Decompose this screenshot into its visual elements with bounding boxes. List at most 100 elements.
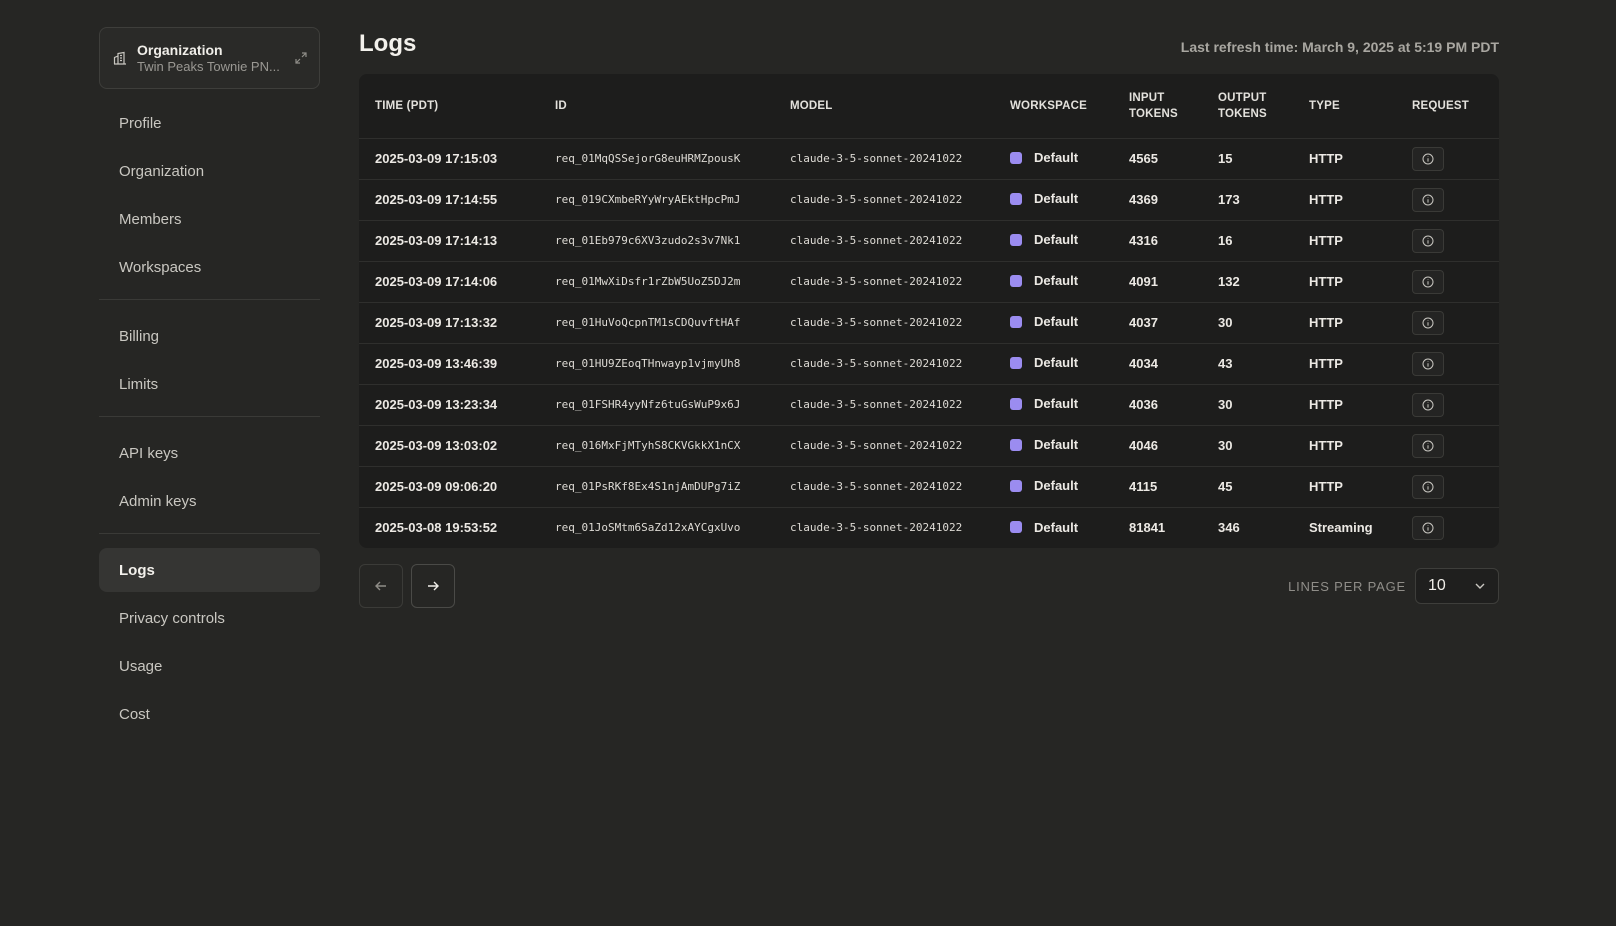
table-row[interactable]: 2025-03-09 17:14:06 req_01MwXiDsfr1rZbW5U… bbox=[359, 260, 1499, 302]
cell-request bbox=[1396, 424, 1499, 466]
page-title: Logs bbox=[359, 30, 417, 57]
info-icon bbox=[1422, 481, 1434, 492]
table-row[interactable]: 2025-03-09 17:15:03 req_01MqQSSejorG8euHR… bbox=[359, 137, 1499, 179]
expand-icon bbox=[295, 52, 307, 64]
cell-workspace: Default bbox=[994, 137, 1113, 179]
lines-per-page-label: LINES PER PAGE bbox=[1288, 578, 1406, 594]
request-details-button[interactable] bbox=[1412, 269, 1444, 294]
cell-model: claude-3-5-sonnet-20241022 bbox=[774, 137, 994, 179]
request-details-button[interactable] bbox=[1412, 187, 1444, 212]
cell-workspace: Default bbox=[994, 342, 1113, 384]
info-icon bbox=[1422, 399, 1434, 410]
cell-time: 2025-03-09 13:46:39 bbox=[359, 342, 539, 384]
table-row[interactable]: 2025-03-09 13:03:02 req_016MxFjMTyhS8CKVG… bbox=[359, 424, 1499, 466]
next-page-button[interactable] bbox=[411, 564, 455, 608]
logs-table: TIME (PDT) ID MODEL WORKSPACE INPUT TOKENS OU… bbox=[359, 74, 1499, 548]
cell-workspace: Default bbox=[994, 383, 1113, 425]
workspace-badge: Default bbox=[1010, 478, 1078, 493]
workspace-color-swatch bbox=[1010, 356, 1022, 369]
info-icon bbox=[1422, 317, 1434, 328]
cell-input-tokens: 4037 bbox=[1113, 301, 1202, 343]
cell-workspace: Default bbox=[994, 219, 1113, 261]
cell-output-tokens: 45 bbox=[1202, 465, 1293, 507]
request-details-button[interactable] bbox=[1412, 310, 1444, 335]
cell-model: claude-3-5-sonnet-20241022 bbox=[774, 506, 994, 548]
sidebar-item-organization[interactable]: Organization bbox=[99, 149, 320, 193]
table-row[interactable]: 2025-03-09 17:14:55 req_019CXmbeRYyWryAEk… bbox=[359, 178, 1499, 220]
table-row[interactable]: 2025-03-09 09:06:20 req_01PsRKf8Ex4S1njAm… bbox=[359, 465, 1499, 507]
request-details-button[interactable] bbox=[1412, 146, 1444, 171]
cell-type: Streaming bbox=[1293, 506, 1396, 548]
workspace-color-swatch bbox=[1010, 438, 1022, 451]
cell-model: claude-3-5-sonnet-20241022 bbox=[774, 301, 994, 343]
organization-switcher[interactable]: Organization Twin Peaks Townie PN... bbox=[99, 27, 320, 89]
workspace-color-swatch bbox=[1010, 274, 1022, 287]
sidebar-item-admin-keys[interactable]: Admin keys bbox=[99, 479, 320, 523]
sidebar-item-cost[interactable]: Cost bbox=[99, 692, 320, 736]
arrow-left-icon bbox=[375, 581, 386, 591]
workspace-label: Default bbox=[1034, 232, 1079, 248]
request-details-button[interactable] bbox=[1412, 228, 1444, 253]
info-icon bbox=[1422, 358, 1434, 369]
sidebar-item-workspaces[interactable]: Workspaces bbox=[99, 245, 320, 289]
sidebar-item-limits[interactable]: Limits bbox=[99, 362, 320, 406]
lines-per-page-select[interactable]: 10 bbox=[1415, 568, 1499, 604]
table-row[interactable]: 2025-03-09 17:13:32 req_01HuVoQcpnTM1sCDQ… bbox=[359, 301, 1499, 343]
request-details-button[interactable] bbox=[1412, 474, 1444, 499]
column-header-model: MODEL bbox=[790, 99, 833, 112]
sidebar-item-profile[interactable]: Profile bbox=[99, 101, 320, 145]
previous-page-button[interactable] bbox=[359, 564, 403, 608]
request-details-button[interactable] bbox=[1412, 515, 1444, 540]
workspace-color-swatch bbox=[1010, 151, 1022, 164]
cell-output-tokens: 43 bbox=[1202, 342, 1293, 384]
sidebar-item-api-keys[interactable]: API keys bbox=[99, 431, 320, 475]
cell-request bbox=[1396, 342, 1499, 384]
cell-output-tokens: 15 bbox=[1202, 137, 1293, 179]
table-row[interactable]: 2025-03-09 13:46:39 req_01HU9ZEoqTHnwayp1… bbox=[359, 342, 1499, 384]
column-header-type: TYPE bbox=[1309, 99, 1340, 112]
workspace-label: Default bbox=[1034, 314, 1079, 330]
cell-output-tokens: 16 bbox=[1202, 219, 1293, 261]
cell-id: req_01FSHR4yyNfz6tuGsWuP9x6J bbox=[539, 383, 774, 425]
workspace-badge: Default bbox=[1010, 191, 1078, 206]
request-details-button[interactable] bbox=[1412, 392, 1444, 417]
cell-model: claude-3-5-sonnet-20241022 bbox=[774, 424, 994, 466]
sidebar-item-members[interactable]: Members bbox=[99, 197, 320, 241]
cell-model: claude-3-5-sonnet-20241022 bbox=[774, 260, 994, 302]
column-header-output-tokens: OUTPUT TOKENS bbox=[1218, 91, 1267, 120]
chevron-down-icon bbox=[1475, 583, 1485, 589]
cell-time: 2025-03-09 09:06:20 bbox=[359, 465, 539, 507]
workspace-color-swatch bbox=[1010, 192, 1022, 205]
cell-request bbox=[1396, 178, 1499, 220]
sidebar-divider bbox=[99, 299, 320, 300]
table-row[interactable]: 2025-03-09 17:14:13 req_01Eb979c6XV3zudo2… bbox=[359, 219, 1499, 261]
cell-request bbox=[1396, 219, 1499, 261]
sidebar-item-logs[interactable]: Logs bbox=[99, 548, 320, 592]
column-header-request: REQUEST bbox=[1412, 99, 1469, 112]
cell-time: 2025-03-09 17:14:13 bbox=[359, 219, 539, 261]
column-header-input-tokens: INPUT TOKENS bbox=[1129, 91, 1178, 120]
main-content: Logs Last refresh time: March 9, 2025 at… bbox=[359, 27, 1499, 608]
sidebar-item-privacy-controls[interactable]: Privacy controls bbox=[99, 596, 320, 640]
info-icon bbox=[1422, 194, 1434, 205]
request-details-button[interactable] bbox=[1412, 433, 1444, 458]
sidebar-item-billing[interactable]: Billing bbox=[99, 314, 320, 358]
cell-model: claude-3-5-sonnet-20241022 bbox=[774, 342, 994, 384]
sidebar-item-usage[interactable]: Usage bbox=[99, 644, 320, 688]
cell-id: req_01HuVoQcpnTM1sCDQuvftHAf bbox=[539, 301, 774, 343]
cell-id: req_019CXmbeRYyWryAEktHpcPmJ bbox=[539, 178, 774, 220]
cell-id: req_016MxFjMTyhS8CKVGkkX1nCX bbox=[539, 424, 774, 466]
table-row[interactable]: 2025-03-09 13:23:34 req_01FSHR4yyNfz6tuGs… bbox=[359, 383, 1499, 425]
pagination bbox=[359, 564, 455, 608]
cell-time: 2025-03-08 19:53:52 bbox=[359, 506, 539, 548]
cell-id: req_01MwXiDsfr1rZbW5UoZ5DJ2m bbox=[539, 260, 774, 302]
organization-title: Organization bbox=[137, 41, 223, 58]
cell-type: HTTP bbox=[1293, 424, 1396, 466]
cell-output-tokens: 132 bbox=[1202, 260, 1293, 302]
cell-time: 2025-03-09 13:03:02 bbox=[359, 424, 539, 466]
workspace-color-swatch bbox=[1010, 479, 1022, 492]
cell-input-tokens: 4115 bbox=[1113, 465, 1202, 507]
table-row[interactable]: 2025-03-08 19:53:52 req_01JoSMtm6SaZd12xA… bbox=[359, 506, 1499, 548]
request-details-button[interactable] bbox=[1412, 351, 1444, 376]
cell-workspace: Default bbox=[994, 178, 1113, 220]
